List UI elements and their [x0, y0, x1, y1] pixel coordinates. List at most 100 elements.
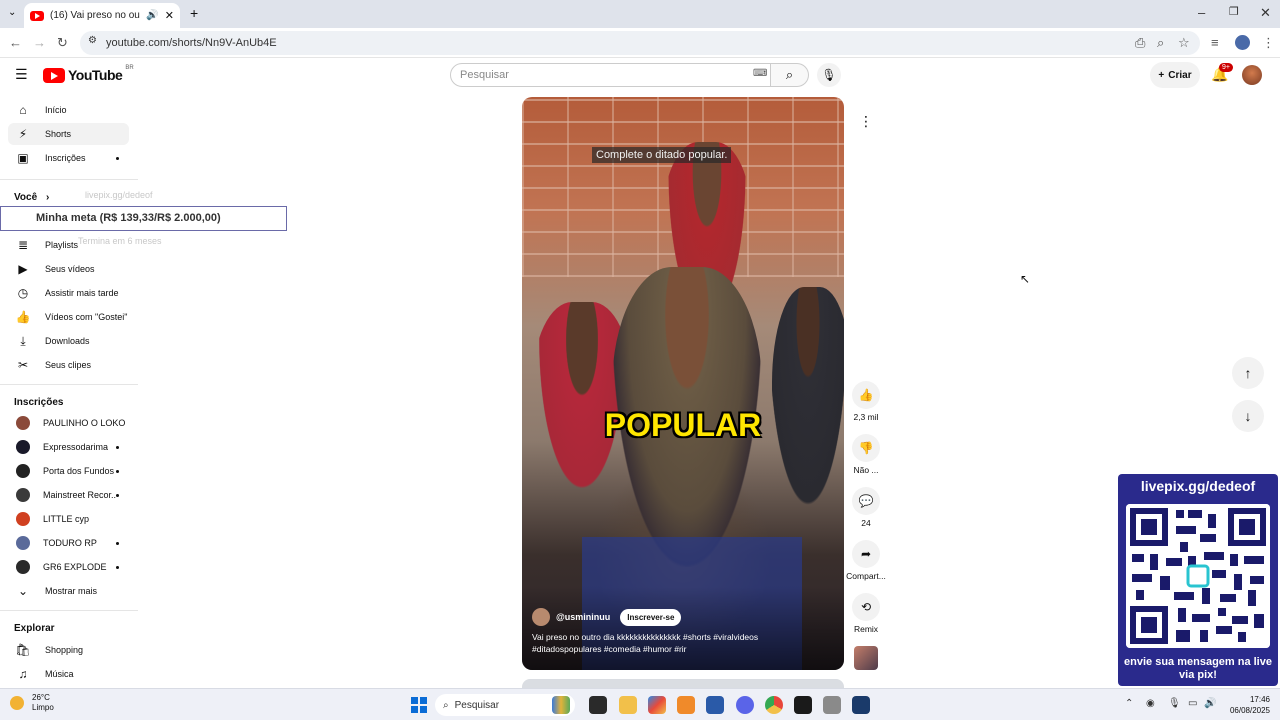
back-icon[interactable]: ←	[9, 34, 22, 52]
sidebar-item-shorts[interactable]: ⚡ Shorts	[8, 123, 129, 145]
channel-avatar	[16, 488, 30, 502]
temperature: 26°C	[32, 693, 50, 702]
channel-row: @usmininuu Inscrever-se	[532, 608, 682, 626]
subscription-item[interactable]: Mainstreet Recor...	[8, 484, 129, 506]
show-more-button[interactable]: ⌄ Mostrar mais	[8, 580, 129, 602]
app-icon[interactable]	[823, 696, 841, 714]
channel-avatar[interactable]	[532, 608, 550, 626]
livepix-message: envie sua mensagem na live via pix!	[1124, 656, 1272, 681]
network-icon[interactable]: ▭	[1188, 698, 1197, 709]
window-close-icon[interactable]: ✕	[1260, 5, 1271, 21]
profile-avatar[interactable]	[1235, 35, 1250, 50]
sidebar-label: Mostrar mais	[45, 586, 98, 596]
subscription-item[interactable]: LITTLE cyp	[8, 508, 129, 530]
sidebar-item-clips[interactable]: ✂ Seus clipes	[8, 354, 129, 376]
subscription-item[interactable]: Expressodarima	[8, 436, 129, 458]
chrome-menu-icon[interactable]: ⋮	[1262, 34, 1275, 52]
subscription-item[interactable]: Porta dos Fundos	[8, 460, 129, 482]
app-icon[interactable]	[648, 696, 666, 714]
url-text: youtube.com/shorts/Nn9V-AnUb4E	[106, 37, 277, 49]
weather-widget[interactable]: 26°C Limpo	[10, 693, 54, 713]
tab-close-icon[interactable]: ✕	[165, 9, 174, 22]
search-icon: ⌕	[785, 67, 794, 82]
sidebar-item-subscriptions[interactable]: ▣ Inscrições	[8, 147, 129, 169]
sound-thumbnail[interactable]	[854, 646, 878, 670]
sidebar-item-shopping[interactable]: 🛍 Shopping	[8, 639, 129, 661]
remix-button[interactable]: ⟲ Remix	[845, 593, 887, 634]
channel-avatar	[16, 416, 30, 430]
file-explorer-icon[interactable]	[619, 696, 637, 714]
forward-icon[interactable]: →	[33, 34, 46, 52]
minimize-icon[interactable]: –	[1198, 5, 1205, 20]
like-button[interactable]: 👍 2,3 mil	[845, 381, 887, 422]
account-avatar[interactable]	[1242, 65, 1262, 85]
voice-search-button[interactable]: 🎙	[817, 63, 841, 87]
volume-icon[interactable]: 🔊	[1204, 698, 1216, 709]
reload-icon[interactable]: ↻	[57, 34, 68, 52]
search-input[interactable]: Pesquisar ⌨	[450, 63, 771, 87]
create-button[interactable]: + Criar	[1150, 62, 1200, 88]
youtube-logo[interactable]: YouTube BR	[43, 65, 134, 83]
channel-avatar	[16, 560, 30, 574]
subscription-item[interactable]: GR6 EXPLODE	[8, 556, 129, 578]
windows-start-icon[interactable]	[411, 697, 427, 713]
subscription-item[interactable]: PAULINHO O LOKO	[8, 412, 129, 434]
share-label: Compart...	[846, 571, 886, 581]
sidebar: ⌂ Início ⚡ Shorts ▣ Inscrições Você › ≣ …	[0, 97, 138, 687]
shopping-icon: 🛍	[15, 643, 31, 657]
keyboard-icon[interactable]: ⌨	[753, 68, 767, 79]
previous-short-button[interactable]: ↑	[1232, 357, 1264, 389]
audio-playing-icon[interactable]: 🔊	[146, 10, 158, 21]
new-tab-icon[interactable]: +	[190, 5, 198, 21]
arrow-up-icon: ↑	[1244, 365, 1252, 381]
more-options-icon[interactable]: ⋮	[852, 107, 880, 135]
browser-tab[interactable]: (16) Vai preso no outro dia 🔊 ✕	[24, 3, 180, 28]
microphone-tray-icon[interactable]: 🎙	[1168, 698, 1181, 709]
tab-list-icon[interactable]: ⌄	[8, 7, 16, 18]
sidebar-item-your-videos[interactable]: ▶ Seus vídeos	[8, 258, 129, 280]
browser-toolbar: ← → ↻ ⚙ youtube.com/shorts/Nn9V-AnUb4E ⎙…	[0, 28, 1280, 58]
widgets-app-icon[interactable]	[552, 696, 570, 714]
you-heading[interactable]: Você ›	[14, 192, 49, 203]
sidebar-label: PAULINHO O LOKO	[43, 418, 126, 428]
next-short-button[interactable]: ↓	[1232, 400, 1264, 432]
app-icon[interactable]	[794, 696, 812, 714]
steam-icon[interactable]	[852, 696, 870, 714]
site-info-icon[interactable]: ⚙	[88, 35, 97, 46]
notification-badge: 9+	[1219, 63, 1233, 72]
divider	[0, 179, 138, 180]
zoom-icon[interactable]: ⌕	[1157, 34, 1164, 52]
share-button[interactable]: ➦ Compart...	[845, 540, 887, 581]
taskbar-clock[interactable]: 17:46 06/08/2025	[1220, 694, 1270, 716]
sidebar-label: TODURO RP	[43, 538, 97, 548]
sidebar-item-music[interactable]: ♫ Música	[8, 663, 129, 685]
sidebar-item-home[interactable]: ⌂ Início	[8, 99, 129, 121]
restore-icon[interactable]: ❐	[1229, 5, 1239, 18]
new-content-dot	[116, 469, 119, 473]
comments-button[interactable]: 💬 24	[845, 487, 887, 528]
short-video-player[interactable]: Complete o ditado popular. POPULAR @usmi…	[522, 97, 844, 670]
new-content-dot	[116, 541, 119, 545]
video-description[interactable]: Vai preso no outro dia kkkkkkkkkkkkkkk #…	[532, 631, 782, 655]
media-control-icon[interactable]: ≡	[1211, 34, 1219, 52]
store-icon[interactable]	[706, 696, 724, 714]
search-button[interactable]: ⌕	[771, 63, 809, 87]
subscribe-button[interactable]: Inscrever-se	[620, 608, 682, 626]
sidebar-item-downloads[interactable]: ⤓ Downloads	[8, 330, 129, 352]
channel-name[interactable]: @usmininuu	[556, 612, 610, 622]
subscription-item[interactable]: TODURO RP	[8, 532, 129, 554]
task-view-icon[interactable]	[589, 696, 607, 714]
tray-app-icon[interactable]: ◉	[1146, 698, 1155, 709]
bookmark-star-icon[interactable]: ☆	[1178, 34, 1190, 52]
chrome-icon[interactable]	[765, 696, 783, 714]
sidebar-item-watch-later[interactable]: ◷ Assistir mais tarde	[8, 282, 129, 304]
address-bar[interactable]: ⚙ youtube.com/shorts/Nn9V-AnUb4E	[80, 31, 1200, 55]
sidebar-item-liked-videos[interactable]: 👍 Vídeos com "Gostei"	[8, 306, 129, 328]
app-icon[interactable]	[677, 696, 695, 714]
tray-chevron-icon[interactable]: ⌃	[1125, 698, 1133, 709]
sidebar-label: Expressodarima	[43, 442, 109, 452]
install-icon[interactable]: ⎙	[1135, 34, 1145, 52]
dislike-button[interactable]: 👎 Não ...	[845, 434, 887, 475]
hamburger-menu-icon[interactable]: ☰	[15, 66, 28, 83]
discord-icon[interactable]	[736, 696, 754, 714]
